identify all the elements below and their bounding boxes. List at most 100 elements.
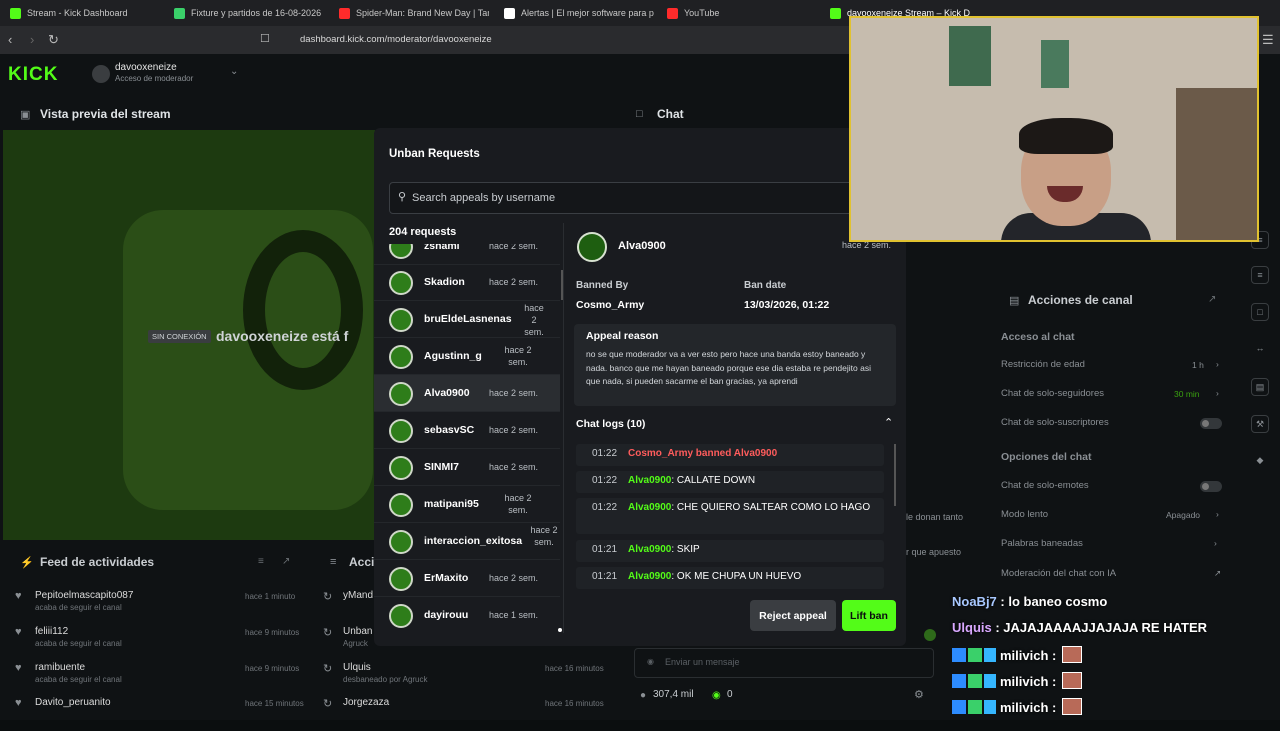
avatar — [389, 382, 413, 406]
tab-2[interactable]: Fixture y partidos de 16-08-2026 en — [174, 4, 324, 22]
sidebar-expand-icon[interactable]: ↔ — [1251, 340, 1269, 358]
feed-item[interactable]: ♥ Pepitoelmascapito087 acaba de seguir el … — [15, 590, 305, 624]
chevron-right-icon[interactable]: › — [1216, 509, 1219, 519]
overlay-message: : — [1048, 700, 1057, 715]
chat-logs-title: Chat logs (10) — [576, 418, 646, 430]
setting-row[interactable]: Moderación del chat con IA — [1001, 568, 1116, 579]
list-item[interactable]: Agustinn_g hace 2 sem. — [374, 338, 560, 375]
log-username[interactable]: Alva0900 — [628, 571, 671, 582]
sidebar-save-icon[interactable]: ▤ — [1251, 378, 1269, 396]
chat-log-row: 01:22 Cosmo_Army banned Alva0900 — [576, 444, 884, 466]
emoji-icon[interactable]: ◉ — [647, 657, 654, 666]
chat-log-row: 01:21 Alva0900: OK ME CHUPA UN HUEVO — [576, 567, 884, 589]
list-item[interactable]: dayirouu hace 1 sem. — [374, 597, 560, 630]
setting-row[interactable]: Restricción de edad — [1001, 359, 1085, 370]
feed-time: hace 15 minutos — [245, 699, 304, 708]
heart-icon: ♥ — [15, 662, 22, 674]
forward-icon[interactable]: › — [30, 32, 34, 47]
log-message: : CHE QUIERO SALTEAR COMO LO HAGO — [671, 502, 871, 513]
log-message: : CALLATE DOWN — [671, 475, 756, 486]
lift-ban-button[interactable]: Lift ban — [842, 600, 896, 631]
chevron-up-icon[interactable]: ⌃ — [884, 416, 893, 429]
avatar — [389, 456, 413, 480]
list-item[interactable]: interaccion_exitosa hace 2 sem. — [374, 523, 560, 560]
feed-item[interactable]: ♥ Davito_peruanito hace 15 minutos — [15, 697, 305, 731]
list-item[interactable]: Alva0900 hace 2 sem. — [374, 375, 560, 412]
log-message: : SKIP — [671, 544, 700, 555]
action-item[interactable]: ↻ Jorgezaza hace 16 minutos — [323, 697, 613, 731]
list-item[interactable]: zshami hace 2 sem. — [374, 244, 560, 265]
feed-username: ramibuente — [35, 662, 86, 673]
back-icon[interactable]: ‹ — [8, 32, 12, 47]
sidebar-wrench-icon[interactable]: ⚒ — [1251, 415, 1269, 433]
log-time: 01:21 — [592, 571, 618, 582]
avatar — [389, 493, 413, 517]
reload-icon[interactable]: ↻ — [48, 32, 59, 48]
feed-item[interactable]: ♥ feliii112 acaba de seguir el canal hace 9… — [15, 626, 305, 660]
action-username: Ulquis — [343, 662, 371, 673]
offline-text: davooxeneize está f — [216, 328, 349, 344]
kick-logo[interactable]: KICK — [8, 64, 58, 86]
chevron-down-icon[interactable]: ⌄ — [230, 66, 238, 77]
tab-3[interactable]: Spider-Man: Brand New Day | Tame I — [339, 4, 489, 22]
popout-icon[interactable]: ↗ — [282, 556, 290, 567]
banned-by-label: Banned By — [576, 280, 629, 291]
overlay-chat-line: NoaBj7 : lo baneo cosmo — [952, 594, 1107, 609]
chevron-right-icon[interactable]: › — [1214, 538, 1217, 548]
request-username: SINMI7 — [424, 461, 460, 473]
request-list[interactable]: zshami hace 2 sem. Skadion hace 2 sem. bruEl… — [374, 244, 560, 630]
setting-row[interactable]: Palabras baneadas — [1001, 538, 1083, 549]
setting-row[interactable]: Chat de solo-suscriptores — [1001, 417, 1109, 428]
action-item[interactable]: ↻ Ulquis desbaneado por Agruck hace 16 minu… — [323, 662, 613, 696]
chat-input[interactable]: ◉ Enviar un mensaje — [634, 648, 934, 678]
reject-appeal-button[interactable]: Reject appeal — [750, 600, 836, 631]
channel-avatar — [92, 65, 110, 83]
sidebar-chat-icon[interactable]: □ — [1251, 303, 1269, 321]
avatar — [577, 232, 607, 262]
bookmark-icon[interactable]: ☐ — [260, 32, 270, 45]
list-item[interactable]: ErMaxito hace 2 sem. — [374, 560, 560, 597]
chevron-right-icon[interactable]: › — [1216, 359, 1219, 369]
list-item[interactable]: matipani95 hace 2 sem. — [374, 486, 560, 523]
toggle[interactable] — [1200, 481, 1222, 492]
banned-by-value: Cosmo_Army — [576, 299, 645, 311]
sidebar-list-icon[interactable]: ≡ — [1251, 266, 1269, 284]
feed-title: Feed de actividades — [40, 555, 155, 569]
log-username[interactable]: Alva0900 — [628, 475, 671, 486]
setting-row[interactable]: Modo lento — [1001, 509, 1048, 520]
log-username[interactable]: Alva0900 — [628, 502, 671, 513]
request-time: hace 2 sem. — [489, 425, 539, 435]
appeal-box: Appeal reason no se que moderador va a v… — [574, 324, 896, 406]
popout-icon[interactable]: ↗ — [1208, 294, 1216, 305]
overlay-username: milivich — [1000, 700, 1049, 715]
setting-row[interactable]: Chat de solo-emotes — [1001, 480, 1089, 491]
tab-4[interactable]: Alertas | El mejor software para pote — [504, 4, 654, 22]
url-field[interactable]: dashboard.kick.com/moderator/davooxeneiz… — [300, 34, 492, 45]
search-icon: ⚲ — [398, 191, 407, 203]
monitor-icon: ▣ — [20, 109, 31, 121]
logs-scrollbar[interactable] — [894, 444, 896, 506]
filter-icon[interactable]: ≡ — [258, 556, 264, 567]
search-field[interactable]: ⚲ — [389, 182, 859, 214]
chat-input-placeholder: Enviar un mensaje — [665, 657, 740, 667]
list-item[interactable]: SINMI7 hace 2 sem. — [374, 449, 560, 486]
feed-item[interactable]: ♥ ramibuente acaba de seguir el canal hace … — [15, 662, 305, 696]
detail-username[interactable]: Alva0900 — [618, 240, 666, 252]
search-input[interactable] — [412, 190, 852, 206]
log-username[interactable]: Alva0900 — [628, 544, 671, 555]
sidebar-puzzle-icon[interactable]: ◆ — [1251, 452, 1269, 470]
list-item[interactable]: Skadion hace 2 sem. — [374, 264, 560, 301]
heart-icon: ♥ — [15, 590, 22, 602]
tab-5[interactable]: YouTube — [667, 4, 817, 22]
list-item[interactable]: sebasvSC hace 2 sem. — [374, 412, 560, 449]
list-item[interactable]: bruEldeLasnenas hace 2 sem. — [374, 301, 560, 338]
chevron-right-icon[interactable]: › — [1216, 388, 1219, 398]
setting-row[interactable]: Chat de solo-seguidores — [1001, 388, 1104, 399]
points-count: 0 — [727, 689, 733, 700]
channel-name[interactable]: davooxeneize — [115, 62, 177, 73]
external-link-icon[interactable]: ↗ — [1214, 568, 1221, 579]
menu-icon[interactable]: ☰ — [1262, 32, 1274, 48]
gear-icon[interactable]: ⚙ — [914, 688, 924, 701]
tab-1[interactable]: Stream - Kick Dashboard — [10, 4, 160, 22]
toggle[interactable] — [1200, 418, 1222, 429]
